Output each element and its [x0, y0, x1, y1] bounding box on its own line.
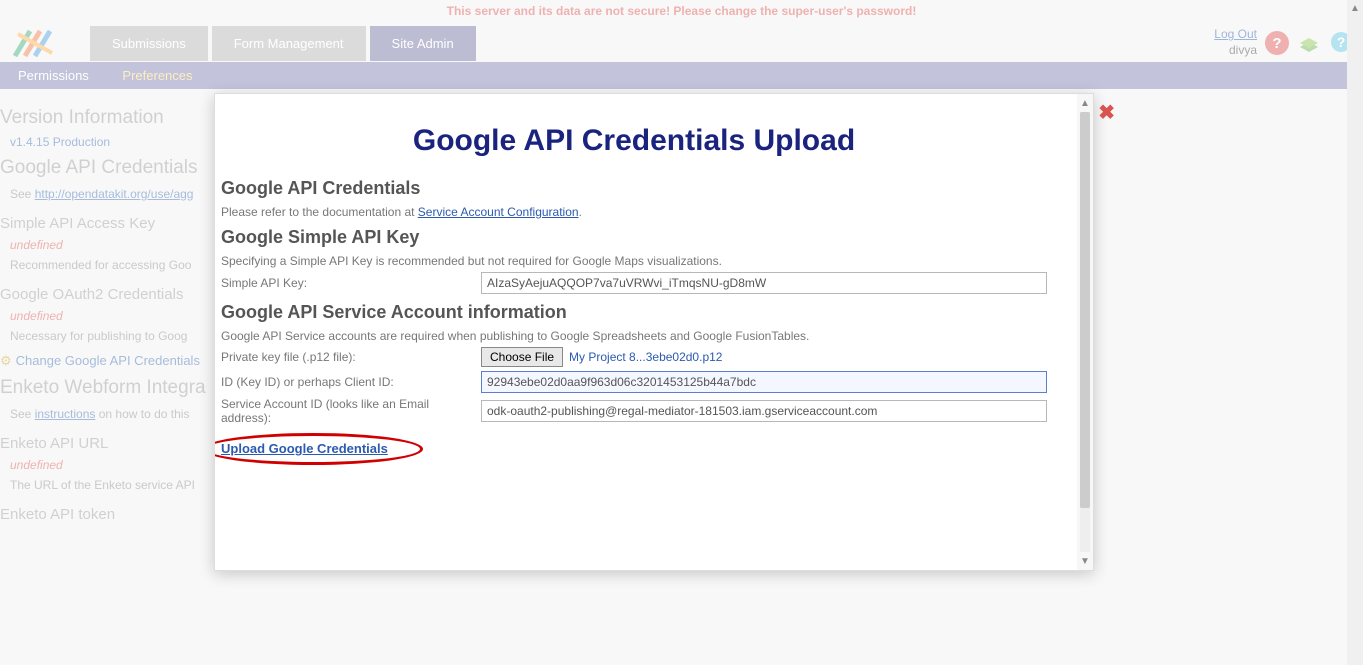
change-credentials-link[interactable]: Change Google API Credentials	[16, 353, 200, 368]
scroll-up-icon[interactable]: ▲	[1078, 96, 1092, 110]
tab-form-management[interactable]: Form Management	[212, 26, 366, 61]
tab-site-admin[interactable]: Site Admin	[370, 26, 476, 61]
subnav-permissions[interactable]: Permissions	[18, 68, 89, 83]
choose-file-button[interactable]: Choose File	[481, 347, 563, 367]
key-id-label: ID (Key ID) or perhaps Client ID:	[221, 375, 481, 389]
upload-credentials-button[interactable]: Upload Google Credentials	[221, 441, 388, 456]
modal-simple-desc: Specifying a Simple API Key is recommend…	[221, 254, 1047, 268]
book-icon[interactable]	[1297, 30, 1321, 57]
private-key-label: Private key file (.p12 file):	[221, 350, 481, 364]
chosen-filename: My Project 8...3ebe02d0.p12	[569, 350, 722, 364]
modal-svc-heading: Google API Service Account information	[221, 302, 1047, 323]
simple-api-key-input[interactable]	[481, 272, 1047, 294]
modal-title: Google API Credentials Upload	[221, 124, 1047, 158]
modal-scrollbar[interactable]: ▲ ▼	[1077, 94, 1093, 570]
service-account-config-link[interactable]: Service Account Configuration	[418, 205, 579, 219]
service-account-id-label: Service Account ID (looks like an Email …	[221, 397, 481, 425]
page-scrollbar[interactable]: ▲	[1347, 0, 1363, 665]
user-links: Log Out divya	[1214, 27, 1257, 58]
username: divya	[1229, 43, 1257, 57]
page-scroll-up-icon[interactable]: ▲	[1347, 0, 1363, 16]
scroll-thumb[interactable]	[1080, 112, 1090, 508]
security-warning: This server and its data are not secure!…	[0, 0, 1363, 22]
simple-api-key-label: Simple API Key:	[221, 276, 481, 290]
gac-doc-link[interactable]: http://opendatakit.org/use/agg	[35, 187, 194, 201]
header: Submissions Form Management Site Admin L…	[0, 22, 1363, 62]
sub-nav: Permissions Preferences	[0, 62, 1363, 89]
app-logo	[10, 26, 60, 61]
gear-icon: ⚙	[0, 353, 12, 368]
enketo-instructions-link[interactable]: instructions	[35, 407, 96, 421]
help-icon[interactable]: ?	[1265, 31, 1289, 55]
logout-link[interactable]: Log Out	[1214, 27, 1257, 41]
service-account-id-input[interactable]	[481, 400, 1047, 422]
close-icon[interactable]: ✖	[1098, 100, 1115, 125]
svg-text:?: ?	[1337, 34, 1346, 50]
key-id-input[interactable]	[481, 371, 1047, 393]
scroll-track[interactable]	[1080, 112, 1090, 552]
tab-submissions[interactable]: Submissions	[90, 26, 208, 61]
scroll-down-icon[interactable]: ▼	[1078, 554, 1092, 568]
modal-svc-desc: Google API Service accounts are required…	[221, 329, 1047, 343]
modal-simple-heading: Google Simple API Key	[221, 227, 1047, 248]
main-tabs: Submissions Form Management Site Admin	[90, 26, 480, 61]
subnav-preferences[interactable]: Preferences	[122, 68, 192, 83]
modal-gac-heading: Google API Credentials	[221, 178, 1047, 199]
credentials-upload-modal: Google API Credentials Upload Google API…	[214, 93, 1094, 571]
